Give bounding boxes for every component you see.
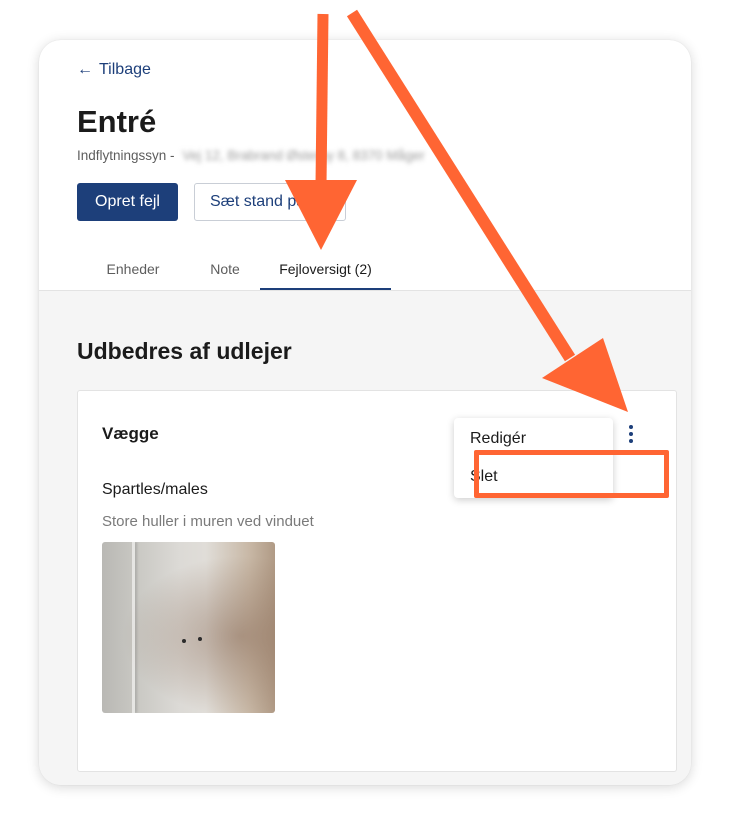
back-label: Tilbage [99,61,151,78]
page-card: ← Tilbage Entré Indflytningssyn - Vej 12… [39,40,691,785]
set-status-button[interactable]: Sæt stand på [194,183,346,221]
photo-crease [132,542,135,713]
room-part-title: Vægge [102,424,159,443]
arrow-left-icon: ← [77,61,93,78]
tab-fejloversigt[interactable]: Fejloversigt (2) [260,250,391,291]
defect-photo[interactable] [102,542,275,713]
section-title: Udbedres af udlejer [77,338,292,364]
tab-note[interactable]: Note [189,250,261,288]
defect-description: Store huller i muren ved vinduet [102,513,314,530]
context-menu: Redigér Slet [454,418,613,498]
menu-item-delete[interactable]: Slet [454,458,613,496]
photo-hole [198,637,202,641]
page-subtitle: Indflytningssyn - Vej 12, Brabrand Øster… [77,148,425,163]
subtitle-address-redacted: Vej 12, Brabrand Østerby 8, 8370 Måger [182,148,425,163]
subtitle-prefix: Indflytningssyn - [77,148,175,163]
content-area: Udbedres af udlejer Vægge Spartles/males… [39,290,691,785]
photo-hole [182,639,186,643]
page-title: Entré [77,104,157,139]
tab-bar: Enheder Note Fejloversigt (2) [39,250,691,291]
back-link[interactable]: ← Tilbage [77,60,151,80]
menu-item-edit[interactable]: Redigér [454,420,613,458]
more-vertical-icon[interactable] [624,423,638,445]
tab-enheder[interactable]: Enheder [77,250,189,288]
defect-title: Spartles/males [102,481,208,498]
create-defect-button[interactable]: Opret fejl [77,183,178,221]
